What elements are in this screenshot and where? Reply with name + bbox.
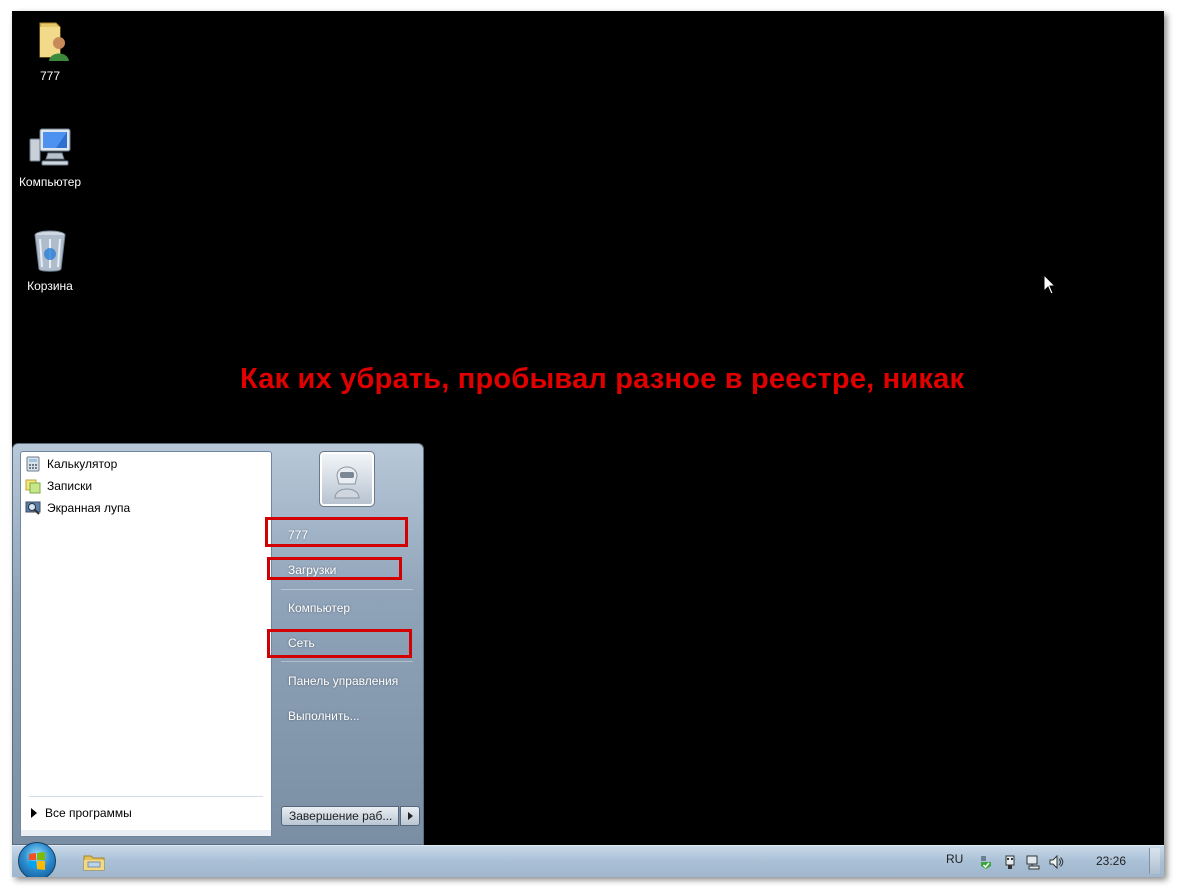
all-programs-label: Все программы: [45, 806, 132, 820]
recycle-bin-icon: [34, 230, 66, 272]
show-desktop-button[interactable]: [1149, 848, 1160, 874]
start-button[interactable]: [18, 842, 56, 877]
user-picture-icon: [334, 466, 360, 499]
shutdown-options-button[interactable]: [400, 806, 420, 826]
program-item-label: Калькулятор: [47, 457, 118, 471]
computer-icon: [29, 128, 71, 166]
all-programs-button[interactable]: Все программы: [31, 804, 132, 822]
program-item-sticky-notes[interactable]: Записки: [25, 476, 92, 496]
program-item-calculator[interactable]: Калькулятор: [25, 454, 117, 474]
desktop: 777 Компьютер Корзина Как их убрать, про…: [12, 11, 1164, 877]
user-avatar[interactable]: [319, 451, 375, 507]
volume-icon[interactable]: [1048, 854, 1064, 870]
desktop-icon-recycle-bin[interactable]: Корзина: [12, 227, 90, 293]
devices-icon[interactable]: [1002, 854, 1018, 870]
magnifier-icon: [25, 501, 41, 515]
desktop-icon-user-folder[interactable]: 777: [12, 17, 90, 83]
program-item-label: Записки: [47, 479, 93, 493]
divider: [29, 796, 263, 797]
start-menu-item-run[interactable]: Выполнить...: [288, 706, 360, 726]
desktop-icon-label: Корзина: [27, 279, 73, 293]
windows-explorer-icon[interactable]: [82, 851, 106, 873]
windows-logo-icon: [29, 852, 45, 870]
arrow-right-icon: [31, 808, 37, 818]
network-icon[interactable]: [1025, 854, 1041, 870]
sticky-notes-icon: [25, 479, 41, 494]
desktop-icon-label: 777: [39, 69, 61, 83]
divider: [281, 589, 413, 590]
calculator-icon: [26, 456, 40, 472]
annotation-text: Как их убрать, пробывал разное в реестре…: [240, 363, 965, 395]
user-folder-icon: [39, 22, 69, 61]
start-menu-item-control-panel[interactable]: Панель управления: [288, 671, 398, 691]
arrow-right-icon: [407, 812, 413, 820]
highlight-box-network: [267, 629, 412, 658]
action-center-icon[interactable]: [978, 854, 994, 870]
taskbar-clock[interactable]: 23:26: [1096, 854, 1126, 868]
desktop-icon-computer[interactable]: Компьютер: [12, 123, 90, 189]
highlight-box-downloads: [267, 557, 402, 580]
start-menu-programs-pane: Калькулятор Записки Экранная лупа Все пр…: [20, 451, 272, 837]
start-menu: Калькулятор Записки Экранная лупа Все пр…: [12, 443, 424, 845]
desktop-icon-label: Компьютер: [18, 175, 82, 189]
mouse-cursor-icon: [1043, 274, 1057, 295]
search-area: [21, 830, 271, 836]
shutdown-button[interactable]: Завершение раб...: [281, 806, 399, 826]
program-item-label: Экранная лупа: [47, 501, 131, 515]
start-menu-item-computer[interactable]: Компьютер: [288, 598, 350, 618]
divider: [281, 661, 413, 662]
language-indicator[interactable]: RU: [946, 852, 963, 866]
highlight-box-user-folder: [265, 517, 408, 547]
program-item-magnifier[interactable]: Экранная лупа: [25, 498, 130, 518]
taskbar: RU 23:26: [12, 842, 1164, 877]
